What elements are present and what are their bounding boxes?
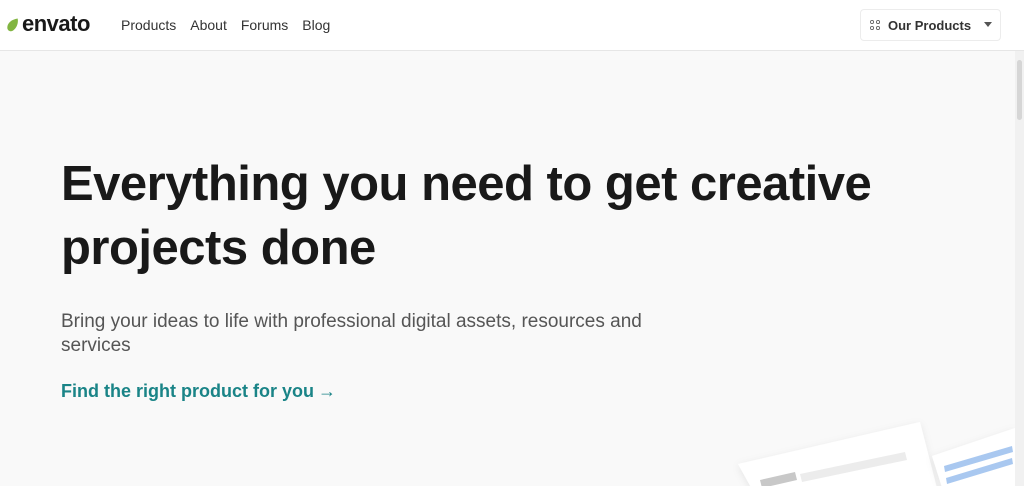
top-navbar: envato Products About Forums Blog Our Pr… [0,0,1024,51]
caret-down-icon [984,22,992,27]
page: envato Products About Forums Blog Our Pr… [0,0,1024,486]
find-product-link[interactable]: Find the right product for you → [61,380,336,402]
hero-title-line-2: projects done [61,221,376,275]
nav-forums[interactable]: Forums [241,17,288,33]
nav-products[interactable]: Products [121,17,176,33]
envato-logo[interactable]: envato [5,10,90,38]
nav-about[interactable]: About [190,17,227,33]
hero-title-line-1: Everything you need to get creative [61,157,872,211]
envato-leaf-icon [7,18,18,32]
nav-blog[interactable]: Blog [302,17,330,33]
grid-icon [870,20,880,30]
deco-card-back [738,422,937,486]
logo-text: envato [22,11,90,36]
scrollbar-thumb[interactable] [1017,60,1022,120]
cta-label: Find the right product for you [61,381,314,401]
hero-subtitle: Bring your ideas to life with profession… [61,311,642,356]
main-nav: Products About Forums Blog [121,17,344,33]
our-products-label: Our Products [888,18,972,33]
hero-title: Everything you need to get creative proj… [61,152,961,280]
decorative-product-cards [738,422,1015,486]
deco-card-front [932,428,1015,486]
arrow-right-icon: → [317,381,336,401]
our-products-dropdown[interactable]: Our Products [860,9,1001,41]
